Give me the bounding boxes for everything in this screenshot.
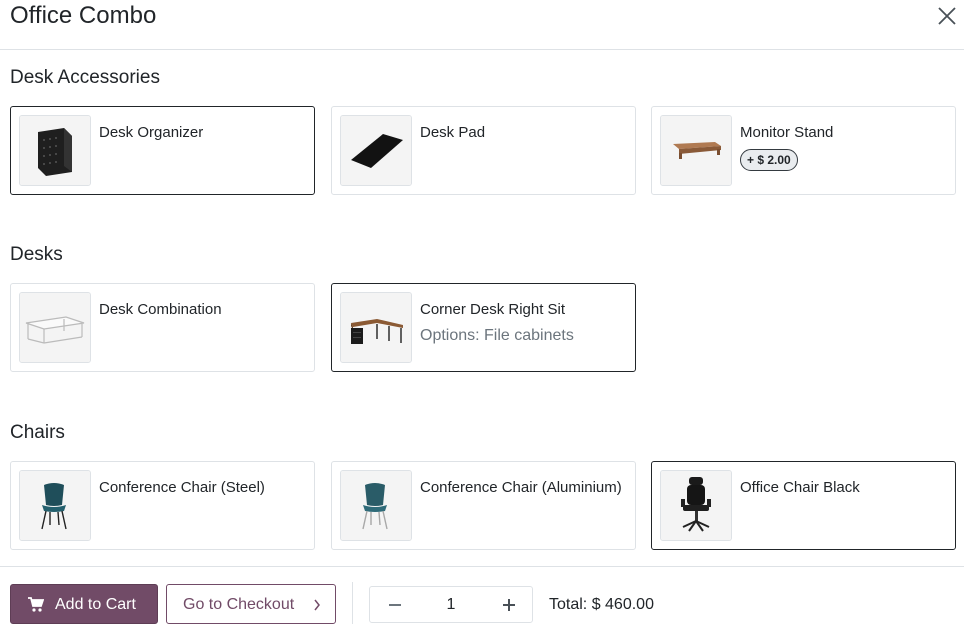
product-name: Desk Pad	[420, 124, 486, 141]
increase-quantity-button[interactable]	[484, 587, 532, 622]
product-card-office-chair-black[interactable]: Office Chair Black	[651, 461, 956, 550]
close-button[interactable]	[936, 5, 958, 27]
product-card-desk-combination[interactable]: Desk Combination	[10, 283, 315, 372]
quantity-input[interactable]: 1	[418, 587, 484, 622]
dialog-header: Office Combo	[0, 0, 964, 50]
quantity-stepper: 1	[369, 586, 533, 623]
section-title-desk-accessories: Desk Accessories	[10, 67, 160, 88]
add-to-cart-label: Add to Cart	[55, 596, 136, 613]
dialog-footer: Add to Cart Go to Checkout 1 Total: $ 46…	[0, 566, 964, 629]
desk-combination-image	[19, 292, 91, 363]
dialog-title: Office Combo	[10, 2, 157, 29]
chevron-right-icon	[314, 599, 320, 611]
go-to-checkout-label: Go to Checkout	[183, 596, 295, 613]
total-price: Total: $ 460.00	[549, 596, 654, 613]
section-title-chairs: Chairs	[10, 422, 65, 443]
corner-desk-image	[340, 292, 412, 363]
product-name: Conference Chair (Steel)	[99, 479, 265, 496]
section-title-desks: Desks	[10, 244, 63, 265]
product-name: Monitor Stand	[740, 124, 834, 141]
product-name: Corner Desk Right Sit	[420, 301, 566, 318]
conference-chair-aluminium-image	[340, 470, 412, 541]
conference-chair-steel-image	[19, 470, 91, 541]
footer-divider	[352, 582, 353, 624]
office-chair-black-image	[660, 470, 732, 541]
product-name: Desk Organizer	[99, 124, 204, 141]
cart-icon	[28, 597, 44, 612]
add-to-cart-button[interactable]: Add to Cart	[10, 584, 158, 624]
monitor-stand-image	[660, 115, 732, 186]
product-card-corner-desk-right-sit[interactable]: Corner Desk Right Sit Options: File cabi…	[331, 283, 636, 372]
product-name: Office Chair Black	[740, 479, 860, 496]
product-card-conference-chair-aluminium[interactable]: Conference Chair (Aluminium)	[331, 461, 636, 550]
extra-price-badge: + $ 2.00	[740, 149, 798, 171]
close-icon	[938, 7, 956, 25]
plus-icon	[503, 599, 515, 611]
product-name: Desk Combination	[99, 301, 222, 318]
desk-pad-image	[340, 115, 412, 186]
go-to-checkout-button[interactable]: Go to Checkout	[166, 584, 336, 624]
decrease-quantity-button[interactable]	[370, 587, 418, 622]
product-card-desk-organizer[interactable]: Desk Organizer	[10, 106, 315, 195]
desk-organizer-image	[19, 115, 91, 186]
product-name: Conference Chair (Aluminium)	[420, 479, 622, 496]
product-options: Options: File cabinets	[420, 327, 574, 344]
product-card-desk-pad[interactable]: Desk Pad	[331, 106, 636, 195]
product-card-conference-chair-steel[interactable]: Conference Chair (Steel)	[10, 461, 315, 550]
minus-icon	[389, 604, 401, 606]
product-card-monitor-stand[interactable]: Monitor Stand + $ 2.00	[651, 106, 956, 195]
